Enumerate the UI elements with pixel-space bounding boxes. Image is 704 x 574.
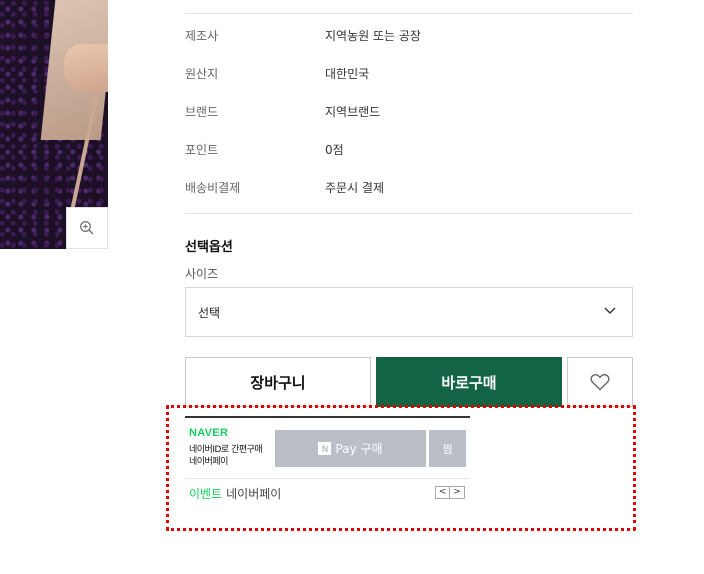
naverpay-top-line (185, 416, 470, 418)
buy-now-button[interactable]: 바로구매 (376, 357, 562, 407)
prev-arrow-icon[interactable]: < (435, 486, 450, 499)
naverpay-buy-button[interactable]: N Pay 구매 (275, 430, 426, 467)
size-select[interactable]: 선택 (185, 287, 633, 337)
heart-icon (590, 374, 610, 391)
highlight-box (166, 405, 636, 531)
add-to-cart-label: 장바구니 (250, 373, 306, 392)
product-hand (64, 44, 108, 92)
info-row-points: 포인트 0점 (185, 141, 633, 159)
divider-top (185, 13, 633, 14)
naverpay-buy-label: Pay 구매 (335, 442, 383, 456)
event-label: 이벤트 (189, 487, 223, 501)
size-label: 사이즈 (185, 267, 219, 281)
wishlist-button[interactable] (567, 357, 633, 407)
info-value: 주문시 결제 (325, 181, 385, 195)
buy-now-label: 바로구매 (441, 373, 497, 392)
info-value: 대한민국 (325, 67, 370, 81)
next-arrow-icon[interactable]: > (450, 486, 465, 499)
info-row-manufacturer: 제조사 지역농원 또는 공장 (185, 27, 633, 45)
naverpay-desc-line2: 네이버페이 (189, 457, 228, 467)
info-label: 제조사 (185, 29, 219, 43)
info-value: 지역농원 또는 공장 (325, 29, 421, 43)
naverpay-zzim-button[interactable]: 찜 (429, 430, 466, 467)
info-value: 지역브랜드 (325, 105, 381, 119)
naverpay-divider (185, 478, 470, 479)
options-title: 선택옵션 (185, 240, 233, 255)
naver-logo: NAVER (189, 427, 229, 439)
add-to-cart-button[interactable]: 장바구니 (185, 357, 371, 407)
info-row-origin: 원산지 대한민국 (185, 65, 633, 83)
info-row-brand: 브랜드 지역브랜드 (185, 103, 633, 121)
info-label: 배송비결제 (185, 181, 241, 195)
divider-middle (185, 213, 633, 214)
info-label: 원산지 (185, 67, 219, 81)
info-row-shipping: 배송비결제 주문시 결제 (185, 179, 633, 197)
info-label: 브랜드 (185, 105, 219, 119)
naverpay-n-icon: N (318, 442, 332, 455)
event-name: 네이버페이 (226, 487, 282, 501)
info-label: 포인트 (185, 143, 219, 157)
info-value: 0점 (325, 143, 344, 157)
naverpay-event[interactable]: 이벤트 네이버페이 (189, 485, 281, 502)
naverpay-zzim-label: 찜 (442, 442, 453, 456)
event-pager: < > (435, 486, 465, 499)
zoom-in-icon (80, 221, 94, 235)
size-select-value: 선택 (198, 305, 221, 320)
chevron-down-icon (604, 307, 616, 314)
zoom-button[interactable] (66, 207, 108, 249)
